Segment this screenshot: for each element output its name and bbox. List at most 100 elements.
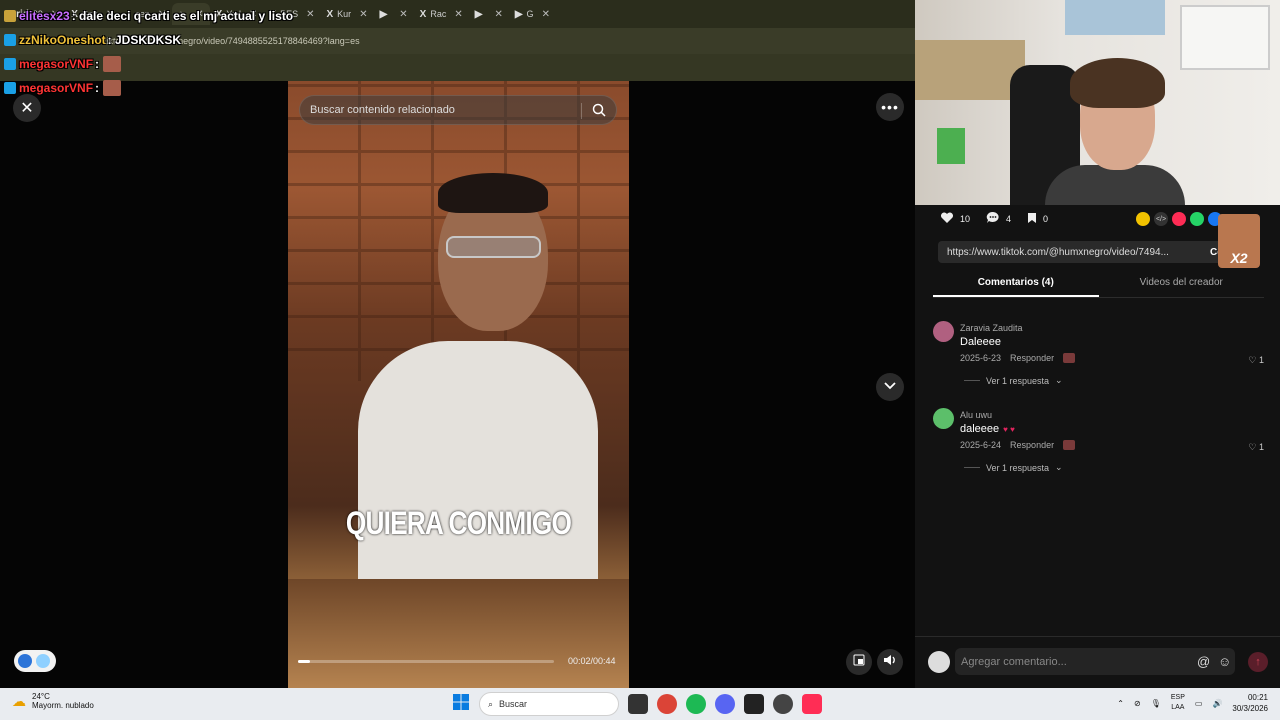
browser-tab[interactable]: ▶ ✕ <box>374 3 414 25</box>
video-time: 00:02/00:44 <box>568 656 616 666</box>
tab-close-icon[interactable]: ✕ <box>306 9 314 20</box>
file-explorer-icon[interactable] <box>628 694 648 714</box>
view-replies-button[interactable]: Ver 1 respuesta ⌄ <box>964 375 1063 386</box>
tab-close-icon[interactable]: ✕ <box>359 9 367 20</box>
tab-favicon-icon: ▶ <box>379 8 388 20</box>
creeper-figure <box>937 128 965 164</box>
creator-badge-icon <box>1063 440 1076 450</box>
comment-author[interactable]: Alu uwu <box>960 410 992 420</box>
network-off-icon[interactable]: ⊘ <box>1134 699 1141 708</box>
like-count: 10 <box>960 213 971 224</box>
progress-fill <box>298 660 310 663</box>
chat-emote-icon <box>103 80 122 96</box>
tiktok-icon[interactable] <box>802 694 822 714</box>
related-search-input[interactable]: Buscar contenido relacionado <box>299 95 617 125</box>
streamer-hair <box>1070 58 1165 108</box>
comment-text: daleeee <box>960 423 1000 435</box>
speaker-icon[interactable]: 🔊 <box>1212 699 1222 708</box>
tab-comments[interactable]: Comentarios (4) <box>933 272 1099 297</box>
webcam-overlay <box>915 0 1280 205</box>
reply-button[interactable]: Responder <box>1010 353 1054 363</box>
capcut-icon[interactable] <box>744 694 764 714</box>
tab-creator-videos[interactable]: Videos del creador <box>1099 272 1265 297</box>
emoji-icon[interactable]: ☺ <box>1218 654 1231 669</box>
comment-like-button[interactable]: ♡ 1 <box>1248 355 1264 366</box>
comment-text-wrap: daleeee ♥ ♥ <box>960 423 1015 435</box>
chat-badge-icon <box>4 82 16 94</box>
coin-icon[interactable] <box>1136 212 1150 226</box>
save-button[interactable]: 0 <box>1027 212 1048 226</box>
video-stats: 10 4 0 <box>940 211 1048 226</box>
mic-icon[interactable]: 🎙 <box>1151 699 1161 708</box>
video-link[interactable]: https://www.tiktok.com/@humxnegro/video/… <box>947 247 1172 258</box>
comment-item: Alu uwu daleeee ♥ ♥ 2025-6-24 Responder ♡… <box>933 408 1264 478</box>
weather-widget[interactable]: ☁ 24°C Mayorm. nublado <box>12 692 94 710</box>
video-progress-bar[interactable] <box>298 660 554 663</box>
windows-start-icon[interactable] <box>452 693 470 716</box>
like-button[interactable]: 10 <box>940 211 971 226</box>
video-player[interactable]: QUIERA CONMIGO <box>288 81 629 688</box>
next-video-button[interactable] <box>876 373 904 401</box>
video-stage: QUIERA CONMIGO Buscar contenido relacion… <box>0 81 915 688</box>
browser-tab[interactable]: X Kur ✕ <box>321 3 374 25</box>
browser-tab[interactable]: X Rac ✕ <box>414 3 469 25</box>
comment-like-count: 1 <box>1258 442 1264 452</box>
taskbar-search-label: Buscar <box>499 699 528 709</box>
stream-chat-overlay: elitesx23: dale deci q carti es el mj ac… <box>4 4 293 100</box>
browser-tab[interactable]: ▶ ✕ <box>469 3 509 25</box>
streamer-body <box>1045 165 1185 205</box>
chrome-icon[interactable] <box>657 694 677 714</box>
comment-input[interactable] <box>955 648 1235 675</box>
language-indicator[interactable]: ESP LAA <box>1171 693 1185 713</box>
taskbar-search[interactable]: ⌕ Buscar <box>479 692 619 716</box>
browser-tab[interactable]: ▶ G ✕ <box>509 3 556 25</box>
view-replies-button[interactable]: Ver 1 respuesta ⌄ <box>964 462 1063 473</box>
search-icon: ⌕ <box>488 698 494 709</box>
discord-icon[interactable] <box>715 694 735 714</box>
avatar[interactable] <box>933 408 954 429</box>
chat-badge-icon <box>4 10 16 22</box>
obs-icon[interactable] <box>773 694 793 714</box>
comment-count: 4 <box>1006 213 1012 224</box>
comment-like-button[interactable]: ♡ 1 <box>1248 442 1264 453</box>
send-icon[interactable] <box>1172 212 1186 226</box>
comment-button[interactable]: 4 <box>986 211 1011 226</box>
shelf <box>915 40 1025 100</box>
tab-close-icon[interactable]: ✕ <box>542 9 550 20</box>
whatsapp-icon[interactable] <box>1190 212 1204 226</box>
extension-pill[interactable] <box>14 650 56 672</box>
light-dot-icon <box>36 654 50 668</box>
weather-desc: Mayorm. nublado <box>32 701 94 710</box>
my-avatar <box>928 651 950 673</box>
search-icon[interactable] <box>592 103 606 120</box>
comment-like-count: 1 <box>1258 355 1264 365</box>
volume-button[interactable] <box>877 649 903 675</box>
pip-button[interactable] <box>846 649 872 675</box>
video-link-box[interactable]: https://www.tiktok.com/@humxnegro/video/… <box>938 241 1260 263</box>
clock[interactable]: 00:21 30/3/2026 <box>1232 692 1268 714</box>
comment-icon <box>986 211 1000 226</box>
comment-meta: 2025-6-24 Responder <box>960 440 1076 450</box>
volume-icon <box>883 653 897 671</box>
reply-button[interactable]: Responder <box>1010 440 1054 450</box>
tab-close-icon[interactable]: ✕ <box>399 9 407 20</box>
tab-close-icon[interactable]: ✕ <box>454 9 462 20</box>
avatar[interactable] <box>933 321 954 342</box>
tab-close-icon[interactable]: ✕ <box>494 9 502 20</box>
post-comment-button[interactable]: ↑ <box>1248 652 1268 672</box>
save-count: 0 <box>1043 213 1049 224</box>
chat-username: megasorVNF <box>19 57 94 71</box>
display-icon[interactable]: ▭ <box>1195 699 1203 708</box>
panel-tabs: Comentarios (4) Videos del creador <box>933 272 1264 298</box>
comment-author[interactable]: Zaravia Zaudita <box>960 323 1023 333</box>
more-options-button[interactable]: ••• <box>876 93 904 121</box>
spotify-icon[interactable] <box>686 694 706 714</box>
chevron-up-icon[interactable]: ⌃ <box>1117 699 1124 708</box>
comment-composer: @ ☺ ↑ <box>915 636 1280 688</box>
layout-code: LAA <box>1171 704 1185 711</box>
cloud-sun-icon: ☁ <box>12 692 26 709</box>
mention-icon[interactable]: @ <box>1197 654 1210 669</box>
embed-icon[interactable]: </> <box>1154 212 1168 226</box>
tab-favicon-icon: X <box>326 8 334 20</box>
clock-time: 00:21 <box>1247 693 1268 702</box>
